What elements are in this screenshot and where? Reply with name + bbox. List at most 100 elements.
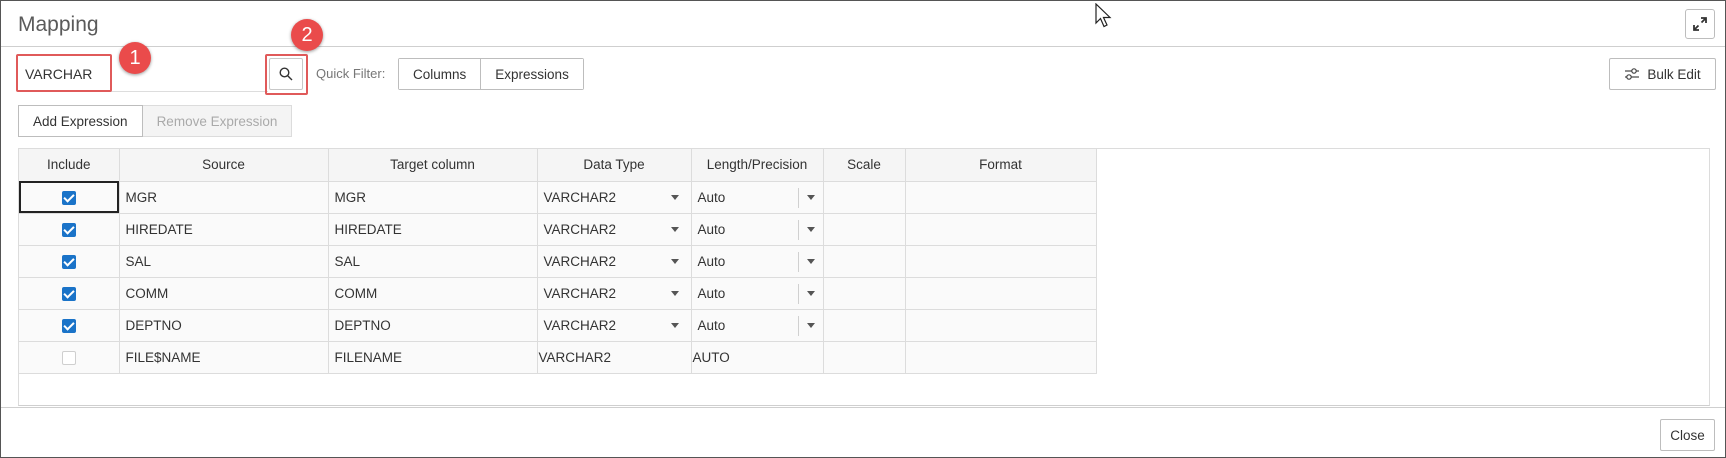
caret-down-icon bbox=[806, 258, 815, 264]
length-precision-select[interactable]: Auto bbox=[691, 277, 824, 310]
filter-expressions-button[interactable]: Expressions bbox=[480, 59, 583, 89]
caret-down-icon bbox=[670, 258, 679, 264]
length-value: AUTO bbox=[691, 341, 824, 374]
target-column-cell[interactable]: DEPTNO bbox=[328, 309, 538, 342]
scale-cell[interactable] bbox=[823, 277, 906, 310]
bulk-edit-button[interactable]: Bulk Edit bbox=[1609, 58, 1716, 90]
include-cell[interactable] bbox=[19, 277, 120, 310]
data-type-value: VARCHAR2 bbox=[537, 341, 692, 374]
target-column-cell[interactable]: HIREDATE bbox=[328, 213, 538, 246]
remove-expression-button: Remove Expression bbox=[142, 105, 293, 137]
length-value: Auto bbox=[697, 253, 726, 269]
length-precision-select[interactable]: Auto bbox=[691, 309, 824, 342]
expand-icon bbox=[1693, 17, 1707, 31]
length-precision-select[interactable]: Auto bbox=[691, 245, 824, 278]
target-column-cell[interactable]: COMM bbox=[328, 277, 538, 310]
scale-cell[interactable] bbox=[823, 309, 906, 342]
length-value: Auto bbox=[697, 317, 726, 333]
target-column-cell[interactable]: SAL bbox=[328, 245, 538, 278]
filter-columns-button[interactable]: Columns bbox=[399, 59, 481, 89]
caret-down-icon bbox=[806, 194, 815, 200]
data-type-select[interactable]: VARCHAR2 bbox=[537, 245, 692, 278]
include-checkbox[interactable] bbox=[61, 318, 76, 333]
include-checkbox[interactable] bbox=[61, 190, 76, 205]
bulk-edit-label: Bulk Edit bbox=[1647, 66, 1701, 82]
caret-down-icon bbox=[806, 322, 815, 328]
source-cell: FILE$NAME bbox=[119, 341, 329, 374]
target-column-cell: FILENAME bbox=[328, 341, 538, 374]
dialog-title: Mapping bbox=[18, 13, 99, 36]
table-row: DEPTNO DEPTNO VARCHAR2 Auto bbox=[19, 309, 1097, 342]
scale-cell[interactable] bbox=[823, 245, 906, 278]
caret-down-icon bbox=[670, 290, 679, 296]
column-header[interactable]: Length/Precision bbox=[691, 149, 824, 182]
include-cell[interactable] bbox=[19, 309, 120, 342]
step-badge-1: 1 bbox=[119, 42, 151, 74]
source-cell: HIREDATE bbox=[119, 213, 329, 246]
length-precision-select[interactable]: Auto bbox=[691, 181, 824, 214]
mouse-cursor-icon bbox=[1095, 3, 1112, 28]
source-cell: DEPTNO bbox=[119, 309, 329, 342]
source-cell: MGR bbox=[119, 181, 329, 214]
column-header[interactable]: Scale bbox=[823, 149, 906, 182]
include-cell bbox=[19, 341, 120, 374]
data-type-value: VARCHAR2 bbox=[543, 317, 617, 333]
add-expression-button[interactable]: Add Expression bbox=[18, 105, 143, 137]
data-type-value: VARCHAR2 bbox=[543, 189, 617, 205]
quick-filter-segmented: Columns Expressions bbox=[398, 58, 584, 90]
format-cell bbox=[905, 341, 1097, 374]
include-checkbox[interactable] bbox=[61, 222, 76, 237]
column-header[interactable]: Format bbox=[905, 149, 1097, 182]
footer-divider bbox=[1, 407, 1725, 408]
source-cell: SAL bbox=[119, 245, 329, 278]
include-cell[interactable] bbox=[19, 181, 120, 214]
scale-cell[interactable] bbox=[823, 213, 906, 246]
table-row: FILE$NAME FILENAME VARCHAR2 AUTO bbox=[19, 341, 1097, 374]
include-checkbox[interactable] bbox=[61, 286, 76, 301]
length-value: Auto bbox=[697, 285, 726, 301]
include-checkbox bbox=[61, 350, 76, 365]
include-checkbox[interactable] bbox=[61, 254, 76, 269]
data-type-value: VARCHAR2 bbox=[543, 221, 617, 237]
step-badge-2: 2 bbox=[291, 19, 323, 51]
data-type-select[interactable]: VARCHAR2 bbox=[537, 181, 692, 214]
format-cell[interactable] bbox=[905, 309, 1097, 342]
column-header[interactable]: Include bbox=[19, 149, 120, 182]
data-type-value: VARCHAR2 bbox=[543, 253, 617, 269]
table-row: HIREDATE HIREDATE VARCHAR2 Auto bbox=[19, 213, 1097, 246]
mapping-table: Include Source Target column Data Type L… bbox=[19, 149, 1097, 374]
scale-cell bbox=[823, 341, 906, 374]
scale-cell[interactable] bbox=[823, 181, 906, 214]
format-cell[interactable] bbox=[905, 181, 1097, 214]
mapping-grid: Include Source Target column Data Type L… bbox=[18, 148, 1710, 406]
format-cell[interactable] bbox=[905, 245, 1097, 278]
include-cell[interactable] bbox=[19, 245, 120, 278]
data-type-select[interactable]: VARCHAR2 bbox=[537, 213, 692, 246]
data-type-select[interactable]: VARCHAR2 bbox=[537, 309, 692, 342]
length-value: Auto bbox=[697, 221, 726, 237]
expand-button[interactable] bbox=[1685, 9, 1715, 39]
close-button[interactable]: Close bbox=[1660, 419, 1715, 451]
data-type-select[interactable]: VARCHAR2 bbox=[537, 277, 692, 310]
target-column-cell[interactable]: MGR bbox=[328, 181, 538, 214]
column-header[interactable]: Data Type bbox=[537, 149, 692, 182]
column-header[interactable]: Source bbox=[119, 149, 329, 182]
length-precision-select[interactable]: Auto bbox=[691, 213, 824, 246]
table-row: COMM COMM VARCHAR2 Auto bbox=[19, 277, 1097, 310]
quick-filter-label: Quick Filter: bbox=[316, 66, 386, 81]
search-button[interactable] bbox=[269, 58, 303, 90]
format-cell[interactable] bbox=[905, 213, 1097, 246]
source-cell: COMM bbox=[119, 277, 329, 310]
search-icon bbox=[279, 67, 293, 81]
title-bar: Mapping bbox=[1, 1, 1725, 47]
search-area bbox=[16, 54, 308, 92]
table-header-row: Include Source Target column Data Type L… bbox=[19, 149, 1097, 182]
length-value: Auto bbox=[697, 189, 726, 205]
format-cell[interactable] bbox=[905, 277, 1097, 310]
caret-down-icon bbox=[670, 194, 679, 200]
include-cell[interactable] bbox=[19, 213, 120, 246]
data-type-value: VARCHAR2 bbox=[543, 285, 617, 301]
caret-down-icon bbox=[806, 290, 815, 296]
column-header[interactable]: Target column bbox=[328, 149, 538, 182]
table-row: SAL SAL VARCHAR2 Auto bbox=[19, 245, 1097, 278]
